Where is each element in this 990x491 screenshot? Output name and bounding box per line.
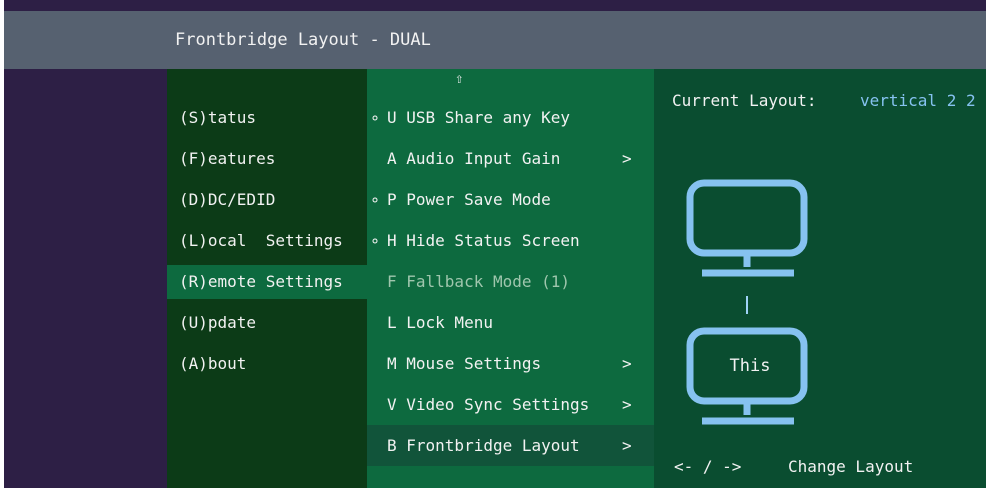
current-layout-label: Current Layout: — [672, 91, 817, 110]
main-menu-item[interactable]: (D)DC/EDID — [167, 183, 367, 217]
monitor-icon — [686, 179, 808, 277]
submenu-item-label: F Fallback Mode (1) — [387, 272, 571, 291]
chevron-right-icon: > — [622, 436, 632, 455]
chevron-right-icon: > — [622, 395, 632, 414]
window-title: Frontbridge Layout - DUAL — [175, 30, 431, 50]
radio-bullet-icon: ∘ — [370, 231, 380, 250]
layout-panel: Current Layout: vertical 2 2 This <- / -… — [654, 69, 986, 488]
kvm-screen: Frontbridge Layout - DUAL (S)tatus (F)eat… — [4, 0, 986, 488]
submenu-item-label: L Lock Menu — [387, 313, 493, 332]
submenu-item-label: V Video Sync Settings — [387, 395, 590, 414]
current-layout-value: vertical 2 2 — [860, 91, 976, 110]
hint-keys: <- / -> — [674, 457, 742, 476]
scroll-up-arrow-icon[interactable]: ⇧ — [455, 71, 463, 87]
submenu-item[interactable]: F Fallback Mode (1) — [367, 261, 654, 302]
main-menu-item[interactable]: (R)emote Settings — [167, 265, 367, 299]
radio-bullet-icon: ∘ — [370, 108, 380, 127]
submenu-item[interactable]: ∘ U USB Share any Key — [367, 97, 654, 138]
main-menu-item[interactable]: (A)bout — [167, 347, 367, 381]
submenu-item-label: B Frontbridge Layout — [387, 436, 580, 455]
submenu-item[interactable]: B Frontbridge Layout > — [367, 425, 654, 466]
submenu-item[interactable]: M Mouse Settings > — [367, 343, 654, 384]
submenu-item[interactable]: L Lock Menu — [367, 302, 654, 343]
submenu-item-label: H Hide Status Screen — [387, 231, 580, 250]
submenu-item[interactable]: ∘ H Hide Status Screen — [367, 220, 654, 261]
submenu-item-label: P Power Save Mode — [387, 190, 551, 209]
main-menu-item[interactable]: (F)eatures — [167, 142, 367, 176]
layout-diagram — [686, 179, 808, 425]
chevron-right-icon: > — [622, 354, 632, 373]
hint-text: Change Layout — [788, 457, 914, 476]
title-bar: Frontbridge Layout - DUAL — [4, 11, 986, 69]
submenu-item-label: M Mouse Settings — [387, 354, 542, 373]
submenu-item-label: U USB Share any Key — [387, 108, 571, 127]
submenu-item[interactable]: V Video Sync Settings > — [367, 384, 654, 425]
main-menu-item[interactable]: (U)pdate — [167, 306, 367, 340]
submenu-item[interactable]: ∘ P Power Save Mode — [367, 179, 654, 220]
monitor-icon — [686, 327, 808, 425]
main-menu: (S)tatus (F)eatures (D)DC/EDID (L)ocal Sett… — [167, 69, 367, 488]
main-menu-item[interactable]: (L)ocal Settings — [167, 224, 367, 258]
submenu-item[interactable]: A Audio Input Gain > — [367, 138, 654, 179]
main-menu-item[interactable]: (S)tatus — [167, 101, 367, 135]
chevron-right-icon: > — [622, 149, 632, 168]
this-monitor-label: This — [729, 356, 771, 376]
radio-bullet-icon: ∘ — [370, 190, 380, 209]
submenu-item-label: A Audio Input Gain — [387, 149, 561, 168]
remote-settings-submenu: ⇧ ∘ U USB Share any Key A Audio Input Gain… — [367, 69, 654, 488]
